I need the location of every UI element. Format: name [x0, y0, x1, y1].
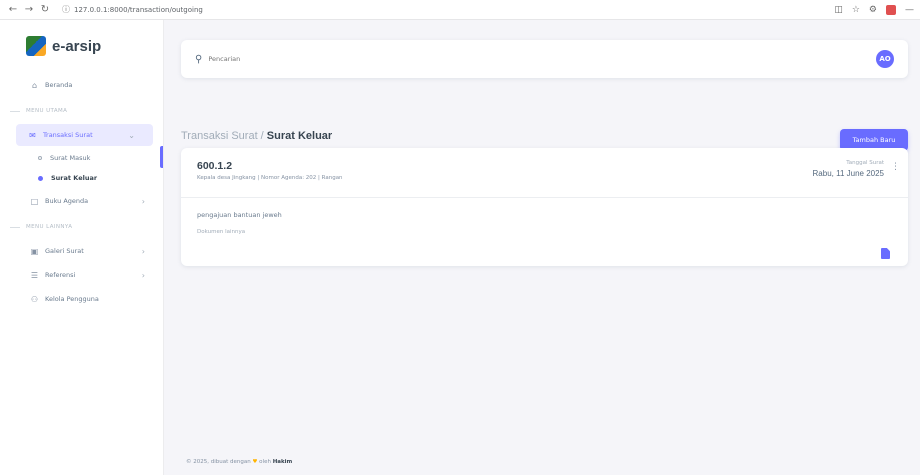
sidebar-subitem-surat-masuk[interactable]: Surat Masuk	[0, 148, 163, 168]
letter-subject: pengajuan bantuan jeweh	[197, 211, 282, 219]
sidebar-subitem-label: Surat Keluar	[51, 174, 98, 182]
brand-name: e-arsip	[52, 37, 102, 55]
menu-header-lainnya: MENU LAINNYA	[0, 216, 163, 238]
page-title: Surat Keluar	[266, 130, 333, 142]
search-icon[interactable]: ⚲	[195, 54, 202, 65]
letter-card-header	[181, 148, 908, 198]
footer-middle: oleh	[257, 459, 273, 465]
sidebar-item-beranda[interactable]: ⌂ Beranda	[0, 74, 163, 96]
footer-author-link[interactable]: Hakim	[273, 459, 293, 465]
chevron-down-icon: ⌄	[128, 130, 135, 140]
date-label: Tanggal Surat	[846, 160, 884, 166]
avatar[interactable]: AO	[876, 50, 894, 68]
active-indicator	[160, 146, 163, 168]
bullet-icon	[38, 156, 42, 160]
bookmark-icon[interactable]: ☆	[852, 5, 860, 15]
sidebar-item-label: Transaksi Surat	[43, 131, 93, 139]
letter-date: Rabu, 11 June 2025	[812, 169, 884, 178]
sidebar-item-referensi[interactable]: ☰ Referensi ›	[0, 264, 163, 286]
sidebar-item-galeri-surat[interactable]: ▣ Galeri Surat ›	[0, 240, 163, 262]
sidebar-subitem-label: Surat Masuk	[50, 154, 91, 162]
reload-icon[interactable]: ↻	[38, 3, 52, 17]
breadcrumb: Transaksi Surat / Surat Keluar	[181, 130, 332, 142]
book-icon: □	[30, 196, 39, 206]
file-icon[interactable]	[881, 248, 890, 259]
brand[interactable]: e-arsip	[0, 20, 163, 72]
top-navbar: ⚲ AO	[181, 40, 908, 78]
url-text: 127.0.0.1:8000/transaction/outgoing	[74, 5, 203, 14]
list-icon: ☰	[30, 270, 39, 280]
more-options-icon[interactable]: ⋮	[891, 163, 900, 172]
menu-header-utama: MENU UTAMA	[0, 100, 163, 122]
sidebar-item-label: Beranda	[45, 81, 73, 89]
address-bar[interactable]: ⓘ 127.0.0.1:8000/transaction/outgoing	[62, 3, 662, 17]
users-icon: ⚇	[30, 294, 39, 304]
letter-number: 600.1.2	[197, 160, 233, 172]
browser-toolbar: ← → ↻ ⓘ 127.0.0.1:8000/transaction/outgo…	[0, 0, 920, 20]
back-icon[interactable]: ←	[6, 3, 20, 17]
sidebar-item-label: Galeri Surat	[45, 247, 84, 255]
translate-icon[interactable]: ◫	[834, 5, 843, 15]
sidebar-item-label: Buku Agenda	[45, 197, 89, 205]
footer: © 2025, dibuat dengan ♥ oleh Hakim	[186, 459, 292, 465]
mail-icon: ✉	[29, 130, 36, 140]
breadcrumb-parent: Transaksi Surat	[181, 130, 258, 142]
footer-prefix: © 2025, dibuat dengan	[186, 459, 253, 465]
sidebar-item-buku-agenda[interactable]: □ Buku Agenda ›	[0, 190, 163, 212]
sidebar-item-transaksi-surat[interactable]: ✉ Transaksi Surat ⌄	[16, 124, 153, 146]
home-icon: ⌂	[31, 80, 38, 90]
forward-icon[interactable]: →	[22, 3, 36, 17]
breadcrumb-separator: /	[257, 130, 267, 142]
minimize-icon[interactable]: —	[905, 5, 914, 15]
sidebar-subitem-surat-keluar[interactable]: Surat Keluar	[0, 168, 163, 188]
gallery-icon: ▣	[30, 246, 39, 256]
site-info-icon[interactable]: ⓘ	[62, 4, 70, 15]
chevron-right-icon: ›	[141, 246, 145, 256]
sidebar-item-label: Kelola Pengguna	[45, 295, 99, 303]
search-input[interactable]	[208, 55, 509, 63]
extension-icon[interactable]	[886, 4, 896, 15]
sidebar-item-kelola-pengguna[interactable]: ⚇ Kelola Pengguna	[0, 288, 163, 310]
letter-card: 600.1.2 Kepala desa Jingkang | Nomor Age…	[181, 148, 908, 266]
sidebar: e-arsip ⌂ Beranda MENU UTAMA ✉ Transaksi…	[0, 20, 164, 475]
bullet-icon	[38, 175, 43, 181]
chevron-right-icon: ›	[141, 196, 145, 206]
letter-meta: Kepala desa Jingkang | Nomor Agenda: 202…	[197, 175, 343, 181]
extensions-icon[interactable]: ⚙	[869, 5, 877, 15]
sidebar-item-label: Referensi	[45, 271, 76, 279]
attachment-label: Dokumen lainnya	[197, 229, 246, 235]
chevron-right-icon: ›	[141, 270, 145, 280]
logo-icon	[26, 36, 46, 56]
